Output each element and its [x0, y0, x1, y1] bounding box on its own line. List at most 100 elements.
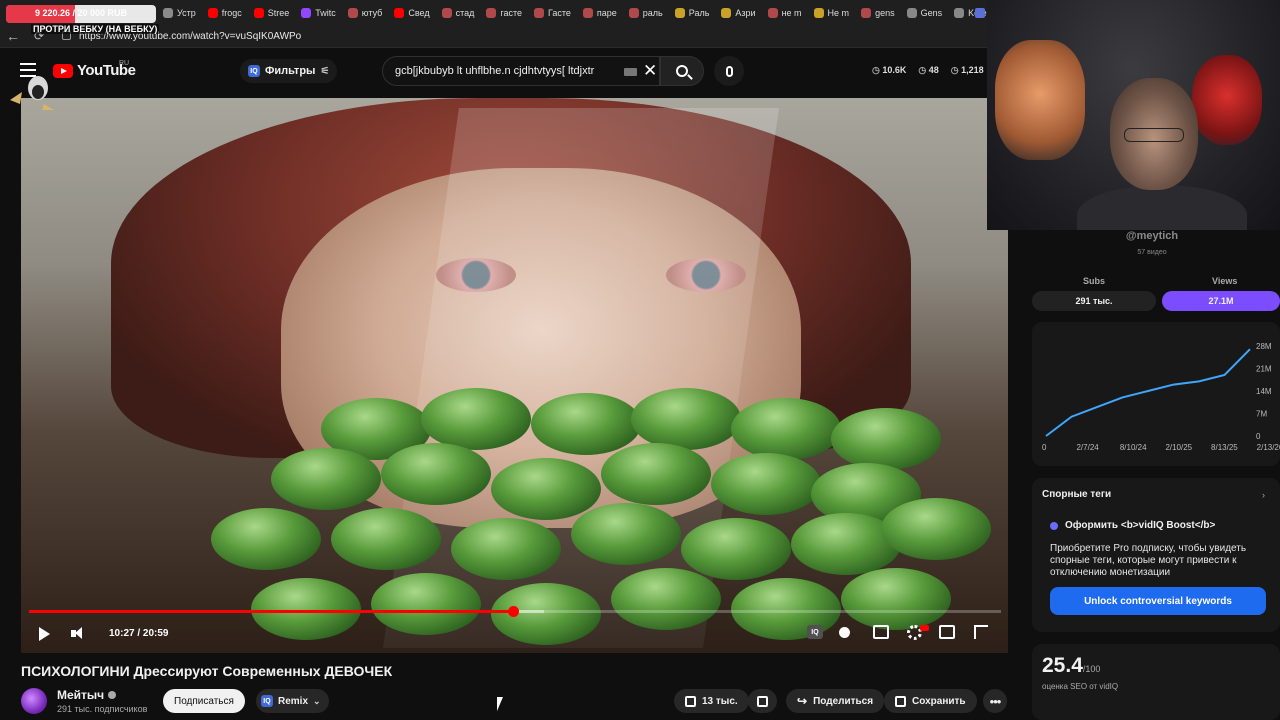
seo-score-value: 25.4 [1042, 654, 1083, 677]
vidiq-icon: IQ [248, 65, 260, 77]
seo-score: 25.4/100 [1042, 654, 1100, 678]
cucumber [271, 448, 381, 510]
x-tick-label: 2/7/24 [1076, 443, 1099, 452]
browser-tab[interactable]: gens [856, 4, 900, 22]
tab-favicon-icon [674, 8, 685, 18]
settings-icon[interactable] [907, 625, 929, 640]
youtube-region-label: RU [119, 60, 130, 67]
x-tick-label: 2/10/25 [1165, 443, 1192, 452]
progress-played [29, 610, 514, 613]
microphone-icon [725, 65, 733, 77]
tab-label: Свед [408, 8, 430, 18]
tab-favicon-icon [582, 8, 593, 18]
voice-search-button[interactable] [714, 56, 744, 86]
tab-label: Twitc [315, 8, 336, 18]
progress-bar[interactable] [29, 606, 1001, 617]
tab-label: не m [781, 8, 802, 18]
vidiq-filters-button[interactable]: IQ Фильтры ⚟ [240, 59, 338, 83]
play-icon[interactable] [39, 627, 50, 641]
boost-heading: Оформить <b>vidIQ Boost</b> [1065, 520, 1216, 531]
hd-badge [920, 625, 929, 631]
cucumber [731, 398, 841, 460]
tab-favicon-icon [163, 8, 173, 18]
browser-tab[interactable]: гасте [481, 4, 527, 22]
seo-score-label: оценка SEO от vidIQ [1042, 682, 1119, 691]
browser-tab[interactable]: frogc [203, 4, 247, 22]
browser-tab[interactable]: ютуб [343, 4, 388, 22]
browser-tab[interactable]: не m [763, 4, 807, 22]
streamer-webcam [987, 0, 1280, 230]
verified-icon [108, 691, 117, 699]
share-button[interactable]: ↪ Поделиться [786, 689, 885, 713]
browser-tab[interactable]: Twitc [296, 4, 341, 22]
tab-label: гасте [500, 8, 522, 18]
dislike-button[interactable] [748, 689, 777, 713]
x-tick-label: 8/10/24 [1120, 443, 1147, 452]
tab-favicon-icon [767, 8, 778, 18]
browser-tab[interactable]: раль [624, 4, 668, 22]
browser-tab[interactable]: Gens [902, 4, 948, 22]
browser-tab[interactable]: Устр [158, 4, 201, 22]
browser-tab[interactable]: Раль [670, 4, 715, 22]
browser-tab[interactable]: стад [437, 4, 480, 22]
tab-favicon-icon [486, 8, 497, 18]
sliders-icon: ⚟ [320, 65, 330, 77]
time-display: 10:27 / 20:59 [109, 628, 169, 639]
fullscreen-icon[interactable] [974, 625, 988, 639]
browser-tab[interactable]: Гасте [529, 4, 576, 22]
channel-name[interactable]: Мейтыч [57, 688, 104, 702]
browser-extension-icon[interactable] [975, 8, 985, 18]
back-icon[interactable]: ← [6, 28, 20, 44]
volume-icon[interactable] [71, 627, 84, 640]
subtitles-icon[interactable] [873, 625, 889, 639]
channel-name-row[interactable]: Мейтыч [57, 688, 117, 702]
video-player[interactable]: 10:27 / 20:59 IQ [21, 98, 1008, 653]
search-button[interactable] [660, 56, 704, 86]
vidiq-header-stats: 10.6K 48 1,218 [872, 65, 983, 76]
views-growth-chart: 0 7M 14M 21M 28M 0 2/7/24 8/10/24 2/10/25 8/13/25… [1042, 342, 1280, 452]
scroll-arrow-icon[interactable]: › [1262, 490, 1265, 500]
like-button[interactable]: 13 тыс. [674, 689, 749, 713]
share-label: Поделиться [813, 695, 874, 707]
like-count: 13 тыс. [702, 695, 738, 707]
tab-favicon-icon [628, 8, 639, 18]
youtube-logo[interactable]: YouTube RU [53, 60, 136, 79]
remix-button[interactable]: IQ Remix ⌄ [256, 689, 329, 713]
subscribe-button[interactable]: Подписаться [163, 689, 245, 713]
save-button[interactable]: Сохранить [884, 689, 977, 713]
views-value[interactable]: 27.1M [1162, 291, 1280, 311]
subs-value[interactable]: 291 тыс. [1032, 291, 1156, 311]
theater-mode-icon[interactable] [939, 625, 955, 639]
browser-tab[interactable]: Stree [249, 4, 295, 22]
tab-favicon-icon [347, 8, 358, 18]
tab-label: Gens [920, 8, 943, 18]
mascot-sticker-icon [10, 76, 54, 110]
cucumber [631, 388, 741, 450]
subscriber-count: 291 тыс. подписчиков [57, 704, 148, 714]
avatar[interactable] [21, 688, 47, 714]
cucumber [601, 443, 711, 505]
y-tick-label: 0 [1256, 432, 1261, 441]
cucumber [881, 498, 991, 560]
remix-label: Remix [278, 695, 309, 707]
browser-tab[interactable]: Свед [389, 4, 434, 22]
browser-tab[interactable]: паре [578, 4, 622, 22]
thumbs-up-icon [685, 695, 696, 707]
vidiq-sidebar: @meytich 57 видео Subs Views 291 тыс. 27… [1024, 230, 1280, 720]
thumbs-down-icon [757, 695, 768, 707]
vidiq-icon: IQ [261, 695, 273, 707]
more-actions-icon[interactable]: ••• [983, 689, 1007, 713]
browser-tab[interactable]: Не m [809, 4, 855, 22]
views-series-line [1045, 348, 1251, 437]
vidiq-player-button[interactable]: IQ [807, 625, 823, 639]
search-input[interactable]: gcb[jkbubyb lt uhflbhe.n cjdhtvtyys[ ltd… [382, 56, 660, 86]
tab-favicon-icon [721, 8, 732, 18]
clear-search-icon[interactable]: ✕ [643, 61, 657, 81]
autoplay-toggle[interactable] [839, 627, 850, 638]
save-label: Сохранить [912, 695, 966, 707]
keyboard-icon[interactable] [624, 68, 637, 76]
browser-tab[interactable]: Азри [716, 4, 760, 22]
unlock-keywords-button[interactable]: Unlock controversial keywords [1050, 587, 1266, 615]
donation-goal-bar: 9 220.26 / 20 000 RUB [6, 5, 156, 23]
boost-description: Приобретите Pro подписку, чтобы увидеть … [1050, 543, 1247, 578]
